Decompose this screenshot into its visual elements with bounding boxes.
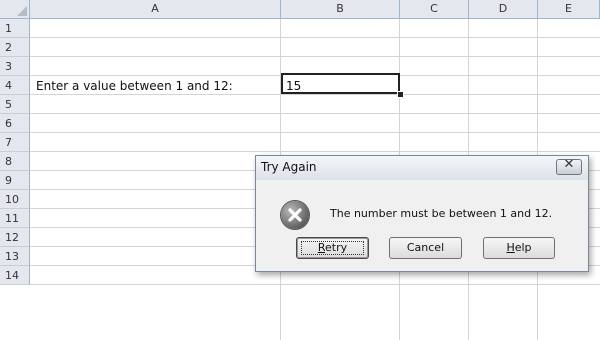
cell-a3[interactable]: Enter a value between 1 and 12: [36,79,233,93]
error-icon [281,201,309,229]
dialog-title: Try Again [261,160,317,174]
row-header-3[interactable]: 3 [0,57,30,76]
cancel-button[interactable]: Cancel [389,237,462,259]
row-header-5[interactable]: 5 [0,95,30,114]
close-button[interactable]: ✕ [556,157,582,175]
row-header-8[interactable]: 8 [0,152,30,171]
column-header-d[interactable]: D [469,0,538,19]
row-header-12[interactable]: 12 [0,228,30,247]
column-header-b[interactable]: B [281,0,400,19]
row-header-7[interactable]: 7 [0,133,30,152]
close-icon: ✕ [563,157,575,172]
error-message: The number must be between 1 and 12. [330,207,553,220]
try-again-dialog: Try Again ✕ The number must be between 1… [255,155,589,272]
column-header-a[interactable]: A [30,0,281,19]
select-all-corner[interactable] [0,0,30,19]
dialog-body: The number must be between 1 and 12. Ret… [257,180,587,270]
fill-handle[interactable] [397,91,404,98]
dialog-titlebar[interactable]: Try Again ✕ [256,156,588,180]
row-header-10[interactable]: 10 [0,190,30,209]
cell-b3-value: 15 [286,79,302,93]
row-header-14[interactable]: 14 [0,266,30,285]
column-header-c[interactable]: C [400,0,469,19]
row-header-11[interactable]: 11 [0,209,30,228]
row-header-9[interactable]: 9 [0,171,30,190]
help-button[interactable]: Help [483,237,555,259]
row-header-2[interactable]: 2 [0,38,30,57]
row-header-1[interactable]: 1 [0,19,30,38]
row-header-6[interactable]: 6 [0,114,30,133]
column-header-e[interactable]: E [538,0,600,19]
row-header-13[interactable]: 13 [0,247,30,266]
row-header-4[interactable]: 4 [0,76,30,95]
retry-button[interactable]: Retry [296,237,369,259]
